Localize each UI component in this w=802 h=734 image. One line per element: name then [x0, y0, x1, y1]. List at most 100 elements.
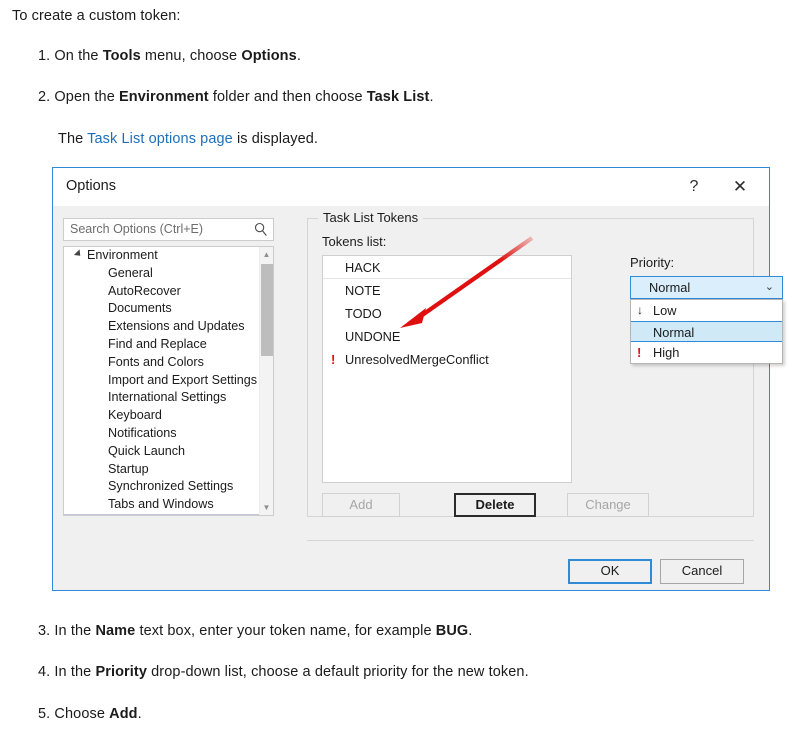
doc-step-2: 2. Open the Environment folder and then …: [38, 89, 434, 105]
scroll-down-icon[interactable]: ▼: [260, 500, 273, 515]
token-row-undone[interactable]: UNDONE: [323, 325, 571, 348]
tree-item-fonts-and-colors[interactable]: Fonts and Colors: [64, 354, 259, 372]
tree-item-tabs-and-windows[interactable]: Tabs and Windows: [64, 496, 259, 514]
chevron-down-icon[interactable]: ⌄: [765, 280, 774, 293]
doc-step-3-number: 3.: [38, 623, 51, 639]
doc-step-3-bold-1: Name: [95, 623, 136, 639]
tree-item-label: Extensions and Updates: [108, 319, 245, 334]
delete-button[interactable]: Delete: [454, 493, 536, 517]
task-list-tokens-group: Task List Tokens Tokens list: HACK NOTE …: [307, 210, 783, 517]
options-dialog: Options ? ✕ Search Options (Ctrl+E) Envi…: [52, 167, 783, 591]
doc-step-5-number: 5.: [38, 706, 51, 722]
doc-note: The Task List options page is displayed.: [58, 131, 318, 147]
tree-item-label: Find and Replace: [108, 336, 207, 351]
priority-label: Priority:: [630, 255, 675, 270]
tree-item-label: Keyboard: [108, 408, 162, 423]
tree-item-label: AutoRecover: [108, 283, 181, 298]
priority-option-label: High: [653, 345, 680, 360]
search-placeholder: Search Options (Ctrl+E): [70, 222, 204, 236]
doc-step-5-post: .: [137, 706, 142, 722]
priority-option-high[interactable]: ! High: [631, 342, 782, 363]
priority-combobox[interactable]: Normal ⌄: [630, 276, 783, 299]
tree-item-general[interactable]: General: [64, 265, 259, 283]
tree-item-label: Documents: [108, 301, 172, 316]
help-icon[interactable]: ?: [677, 172, 711, 202]
exclamation-icon: !: [637, 345, 642, 360]
tree-item-label: Synchronized Settings: [108, 479, 234, 494]
tree-item-label: Import and Export Settings: [108, 372, 258, 387]
doc-step-5-bold-1: Add: [109, 706, 138, 722]
tree-item-label: International Settings: [108, 390, 227, 405]
cancel-button[interactable]: Cancel: [660, 559, 744, 584]
token-bang-icon: !: [331, 352, 336, 367]
doc-step-1-number: 1.: [38, 48, 51, 64]
tree-node-environment[interactable]: Environment: [64, 247, 259, 265]
token-label: TODO: [345, 306, 382, 321]
tree-item-label: Fonts and Colors: [108, 354, 204, 369]
priority-option-normal[interactable]: Normal: [631, 321, 782, 342]
token-row-todo[interactable]: TODO: [323, 302, 571, 325]
tree-item-label: Task List: [108, 515, 157, 516]
doc-step-4-mid: drop-down list, choose a default priorit…: [147, 664, 529, 680]
doc-step-3-bold-2: BUG: [435, 623, 469, 639]
tree-item-extensions-and-updates[interactable]: Extensions and Updates: [64, 318, 259, 336]
tree-item-label: Notifications: [108, 425, 177, 440]
tree-item-find-and-replace[interactable]: Find and Replace: [64, 336, 259, 354]
tree-item-quick-launch[interactable]: Quick Launch: [64, 443, 259, 461]
doc-step-3-post: .: [468, 623, 473, 639]
arrow-down-icon: ↓: [637, 303, 643, 317]
search-icon: [254, 222, 267, 236]
tree-scrollbar[interactable]: ▲ ▼: [259, 247, 273, 515]
token-row-hack[interactable]: HACK: [323, 256, 571, 279]
tree-item-autorecover[interactable]: AutoRecover: [64, 283, 259, 301]
priority-option-low[interactable]: ↓ Low: [631, 300, 782, 321]
search-input[interactable]: Search Options (Ctrl+E): [63, 218, 274, 241]
doc-step-1-mid: menu, choose: [140, 48, 242, 64]
change-button[interactable]: Change: [567, 493, 649, 517]
tree-item-synchronized-settings[interactable]: Synchronized Settings: [64, 478, 259, 496]
token-label: UnresolvedMergeConflict: [345, 352, 489, 367]
token-label: UNDONE: [345, 329, 401, 344]
doc-step-2-mid: folder and then choose: [208, 89, 367, 105]
doc-step-3: 3. In the Name text box, enter your toke…: [38, 623, 472, 639]
tree-item-keyboard[interactable]: Keyboard: [64, 407, 259, 425]
doc-step-2-number: 2.: [38, 89, 51, 105]
add-button[interactable]: Add: [322, 493, 400, 517]
tree-item-label: Quick Launch: [108, 443, 186, 458]
options-tree-rows: Environment General AutoRecover Document…: [64, 247, 259, 516]
token-label: HACK: [345, 260, 381, 275]
priority-selected-value: Normal: [649, 280, 691, 295]
doc-step-4-pre: In the: [50, 664, 96, 680]
doc-step-1: 1. On the Tools menu, choose Options.: [38, 48, 301, 64]
doc-step-4-number: 4.: [38, 664, 51, 680]
options-tree[interactable]: Environment General AutoRecover Document…: [63, 246, 274, 516]
tree-item-label: General: [108, 265, 153, 280]
scroll-up-icon[interactable]: ▲: [260, 247, 273, 262]
tree-item-label: Tabs and Windows: [108, 497, 214, 512]
dialog-titlebar: Options ? ✕: [53, 168, 769, 206]
tree-item-documents[interactable]: Documents: [64, 300, 259, 318]
doc-intro: To create a custom token:: [12, 8, 181, 24]
priority-option-label: Low: [653, 303, 677, 318]
tree-item-startup[interactable]: Startup: [64, 461, 259, 479]
priority-dropdown-list[interactable]: ↓ Low Normal ! High: [630, 299, 783, 364]
priority-option-label: Normal: [653, 325, 695, 340]
ok-button[interactable]: OK: [568, 559, 652, 584]
tokens-listbox[interactable]: HACK NOTE TODO UNDONE ! UnresolvedMergeCo…: [322, 255, 572, 483]
doc-step-1-bold-2: Options: [241, 48, 297, 64]
doc-step-4-bold-1: Priority: [95, 664, 148, 680]
tree-item-notifications[interactable]: Notifications: [64, 425, 259, 443]
task-list-options-page-link[interactable]: Task List options page: [87, 131, 233, 147]
scrollbar-thumb[interactable]: [261, 264, 273, 356]
doc-step-3-mid: text box, enter your token name, for exa…: [135, 623, 436, 639]
footer-separator: [307, 540, 754, 541]
doc-step-4: 4. In the Priority drop-down list, choos…: [38, 664, 529, 680]
tree-item-task-list[interactable]: Task List: [64, 513, 259, 516]
doc-step-2-bold-2: Task List: [366, 89, 430, 105]
token-row-note[interactable]: NOTE: [323, 279, 571, 302]
tree-item-import-and-export-settings[interactable]: Import and Export Settings: [64, 372, 259, 390]
chevron-expanded-icon[interactable]: [73, 249, 84, 259]
token-row-unresolvedmergeconflict[interactable]: ! UnresolvedMergeConflict: [323, 348, 571, 371]
close-icon[interactable]: ✕: [723, 172, 757, 202]
tree-item-international-settings[interactable]: International Settings: [64, 389, 259, 407]
